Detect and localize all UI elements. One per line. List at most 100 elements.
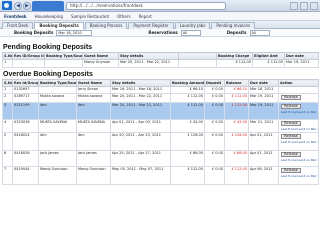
cell-due: Apr 01, 2011 bbox=[248, 132, 279, 151]
tab-booking-process[interactable]: Booking Process bbox=[84, 22, 128, 29]
cell-action: ReleaseLast E-mail sent on Mar 18, 2011 bbox=[278, 119, 319, 133]
cell-due: Apr 01, 2011 bbox=[248, 150, 279, 167]
address-bar[interactable]: http://.../.../.../reservations/frontdes… bbox=[66, 2, 226, 10]
nav-housekeeping[interactable]: Housekeeping bbox=[35, 14, 63, 19]
col-due: Due date bbox=[248, 79, 279, 87]
table-row[interactable]: 6 0416026 Jack James Jack James Apr 25, 2011… bbox=[2, 150, 319, 167]
cell-balance: £ 66.10 bbox=[224, 86, 249, 94]
cell-balance: £ 126.00 bbox=[224, 132, 249, 151]
col-resid: Res Id/Group Id bbox=[12, 79, 39, 87]
cell-stay: Mar 16, 2011 - Mar 18, 2011 bbox=[110, 86, 171, 94]
col-charge: Booking Charge bbox=[216, 52, 253, 60]
cell-resid: 0321199 bbox=[12, 102, 39, 120]
col-due: Due date bbox=[284, 52, 319, 60]
cell-sno: 7 bbox=[2, 166, 13, 185]
cell-sno: 4 bbox=[2, 119, 13, 133]
maximize-icon[interactable] bbox=[300, 2, 308, 10]
release-button[interactable]: Release bbox=[281, 121, 301, 126]
reservations-label: Reservations bbox=[148, 30, 178, 35]
cell-amount: £ 66.00 bbox=[170, 150, 205, 167]
nav-report[interactable]: Report bbox=[139, 14, 152, 19]
cell-due: Apr 06, 2011 bbox=[248, 166, 279, 185]
booking-date-input[interactable]: Mar 18, 2010 bbox=[56, 29, 93, 36]
browser-toolbar: ◀ ▶ http://.../.../.../reservations/fron… bbox=[0, 0, 320, 12]
minimize-icon[interactable] bbox=[290, 2, 298, 10]
table-row[interactable]: 1 0132697 Jerry Simon Mar 16, 2011 - Mar 18… bbox=[2, 86, 319, 94]
col-sno: S.No bbox=[2, 52, 13, 60]
cell-due: Mar 21, 2011 bbox=[248, 119, 279, 133]
last-email-note: Last E-mail sent on Mar 18, 2011 bbox=[281, 174, 318, 178]
cell-action: ReleaseLast E-mail sent on Mar 18, 2011 bbox=[278, 166, 319, 185]
col-guest: Guest Name bbox=[76, 79, 111, 87]
release-button[interactable]: Release bbox=[281, 95, 301, 100]
table-row[interactable]: 5 0416024 ibm ibm Apr 20, 2011 - Apr 23, 201… bbox=[2, 132, 319, 151]
nav-frontdesk[interactable]: Frontdesk bbox=[4, 14, 27, 19]
col-amount: Booking Amount bbox=[170, 79, 205, 87]
cell-guest: Jerry Simon bbox=[76, 86, 111, 94]
tab-booking-deposits[interactable]: Booking Deposits bbox=[34, 22, 84, 29]
cell-due: Mar 18, 2011 bbox=[248, 86, 279, 94]
cell-action: ReleaseLast E-mail sent on Mar 18, 2011 bbox=[278, 132, 319, 151]
cell-eligible: £ 112.00 bbox=[252, 59, 285, 68]
col-stay: Stay details bbox=[110, 79, 171, 87]
overdue-title: Overdue Booking Deposits bbox=[3, 71, 93, 78]
last-email-note: Last E-mail sent on Mar 18, 2011 bbox=[281, 140, 318, 144]
table-row[interactable]: 3 0321199 ibm ibm Mar 20, 2011 - Mar 22, 201… bbox=[2, 102, 319, 120]
deposits-select[interactable]: All bbox=[249, 29, 270, 36]
table-row[interactable]: 2 0189717 Mukta savana Mukta savana Mar 20, … bbox=[2, 93, 319, 103]
overdue-header-row: S.No Res Id/Group Id Booking Type/Source… bbox=[2, 79, 319, 87]
col-type: Booking Type/Source bbox=[44, 52, 83, 60]
cell-amount: £ 66.10 bbox=[170, 86, 205, 94]
cell-charge: £ 112.00 bbox=[216, 59, 253, 68]
browser-tab[interactable] bbox=[32, 1, 64, 11]
cell-stay: May 05, 2011 - May 07, 2011 bbox=[110, 166, 171, 185]
cell-balance: £ 42.00 bbox=[224, 119, 249, 133]
cell-guest: MUKTA SAVENA bbox=[76, 119, 111, 133]
cell-deposit: £ 0.00 bbox=[204, 102, 225, 120]
tab-pending-invoices[interactable]: Pending Invoices bbox=[211, 22, 256, 29]
module-tabs: Front Desk Booking Deposits Booking Proc… bbox=[0, 21, 320, 29]
col-sno: S.No bbox=[2, 79, 13, 87]
tab-front-desk[interactable]: Front Desk bbox=[2, 22, 34, 29]
release-button[interactable]: Release bbox=[281, 152, 301, 157]
forward-button[interactable]: ▶ bbox=[23, 2, 31, 10]
table-row[interactable]: 7 0419044 Manoj Sunnison Manoj Sunnison May … bbox=[2, 166, 319, 185]
table-row[interactable]: 4 0323036 MUKTA SAVENA MUKTA SAVENA Apr 01, … bbox=[2, 119, 319, 133]
release-button[interactable]: Release bbox=[281, 104, 301, 109]
cell-type: MUKTA SAVENA bbox=[38, 119, 77, 133]
cell-balance: £ 66.00 bbox=[224, 150, 249, 167]
cell-type: ibm bbox=[38, 132, 77, 151]
cell-amount: £ 126.00 bbox=[170, 132, 205, 151]
cell-guest: Manoj Sunnison bbox=[76, 166, 111, 185]
col-stay: Stay details bbox=[118, 52, 179, 60]
pending-header-row: S.No Res ID/Group Id Booking Type/Source… bbox=[2, 52, 319, 60]
tab-laundry-jobs[interactable]: Laundry Jobs bbox=[174, 22, 211, 29]
cell-action bbox=[278, 86, 319, 94]
cell-action: Release bbox=[278, 93, 319, 103]
table-row[interactable]: 1 Manoj Gnyman Mar 20, 2011 - Mar 22, 20… bbox=[2, 59, 319, 68]
pending-table: S.No Res ID/Group Id Booking Type/Source… bbox=[2, 52, 319, 68]
cell-balance: £ 112.00 bbox=[224, 166, 249, 185]
reservations-select[interactable]: All bbox=[180, 29, 201, 36]
col-deposit: Deposit bbox=[204, 79, 225, 87]
back-button[interactable]: ◀ bbox=[14, 2, 22, 10]
cell-resid: 0416026 bbox=[12, 150, 39, 167]
cell-resid: 0132697 bbox=[12, 86, 39, 94]
cell-resid: 0189717 bbox=[12, 93, 39, 103]
filter-bar: Booking Deposits Mar 18, 2010 Reservatio… bbox=[0, 29, 320, 37]
release-button[interactable]: Release bbox=[281, 134, 301, 139]
close-icon[interactable] bbox=[310, 2, 318, 10]
nav-others[interactable]: Others bbox=[117, 14, 130, 19]
cell-guest: Jack James bbox=[76, 150, 111, 167]
cell-guest: ibm bbox=[76, 132, 111, 151]
release-button[interactable]: Release bbox=[281, 168, 301, 173]
last-email-note: Last E-mail sent on Mar 18, 2011 bbox=[281, 158, 318, 162]
tab-payment-register[interactable]: Payment Register bbox=[128, 22, 174, 29]
col-eligible: Eligible Amt bbox=[252, 52, 285, 60]
browser-logo-icon bbox=[2, 1, 12, 10]
cell-sno: 3 bbox=[2, 102, 13, 120]
nav-sample-restaurant[interactable]: Sample Restaurant bbox=[71, 14, 109, 19]
deposits-label: Deposits bbox=[226, 30, 247, 35]
last-email-note: Last E-mail sent on Mar 18, 2011 bbox=[281, 127, 318, 131]
cell-sno: 6 bbox=[2, 150, 13, 167]
